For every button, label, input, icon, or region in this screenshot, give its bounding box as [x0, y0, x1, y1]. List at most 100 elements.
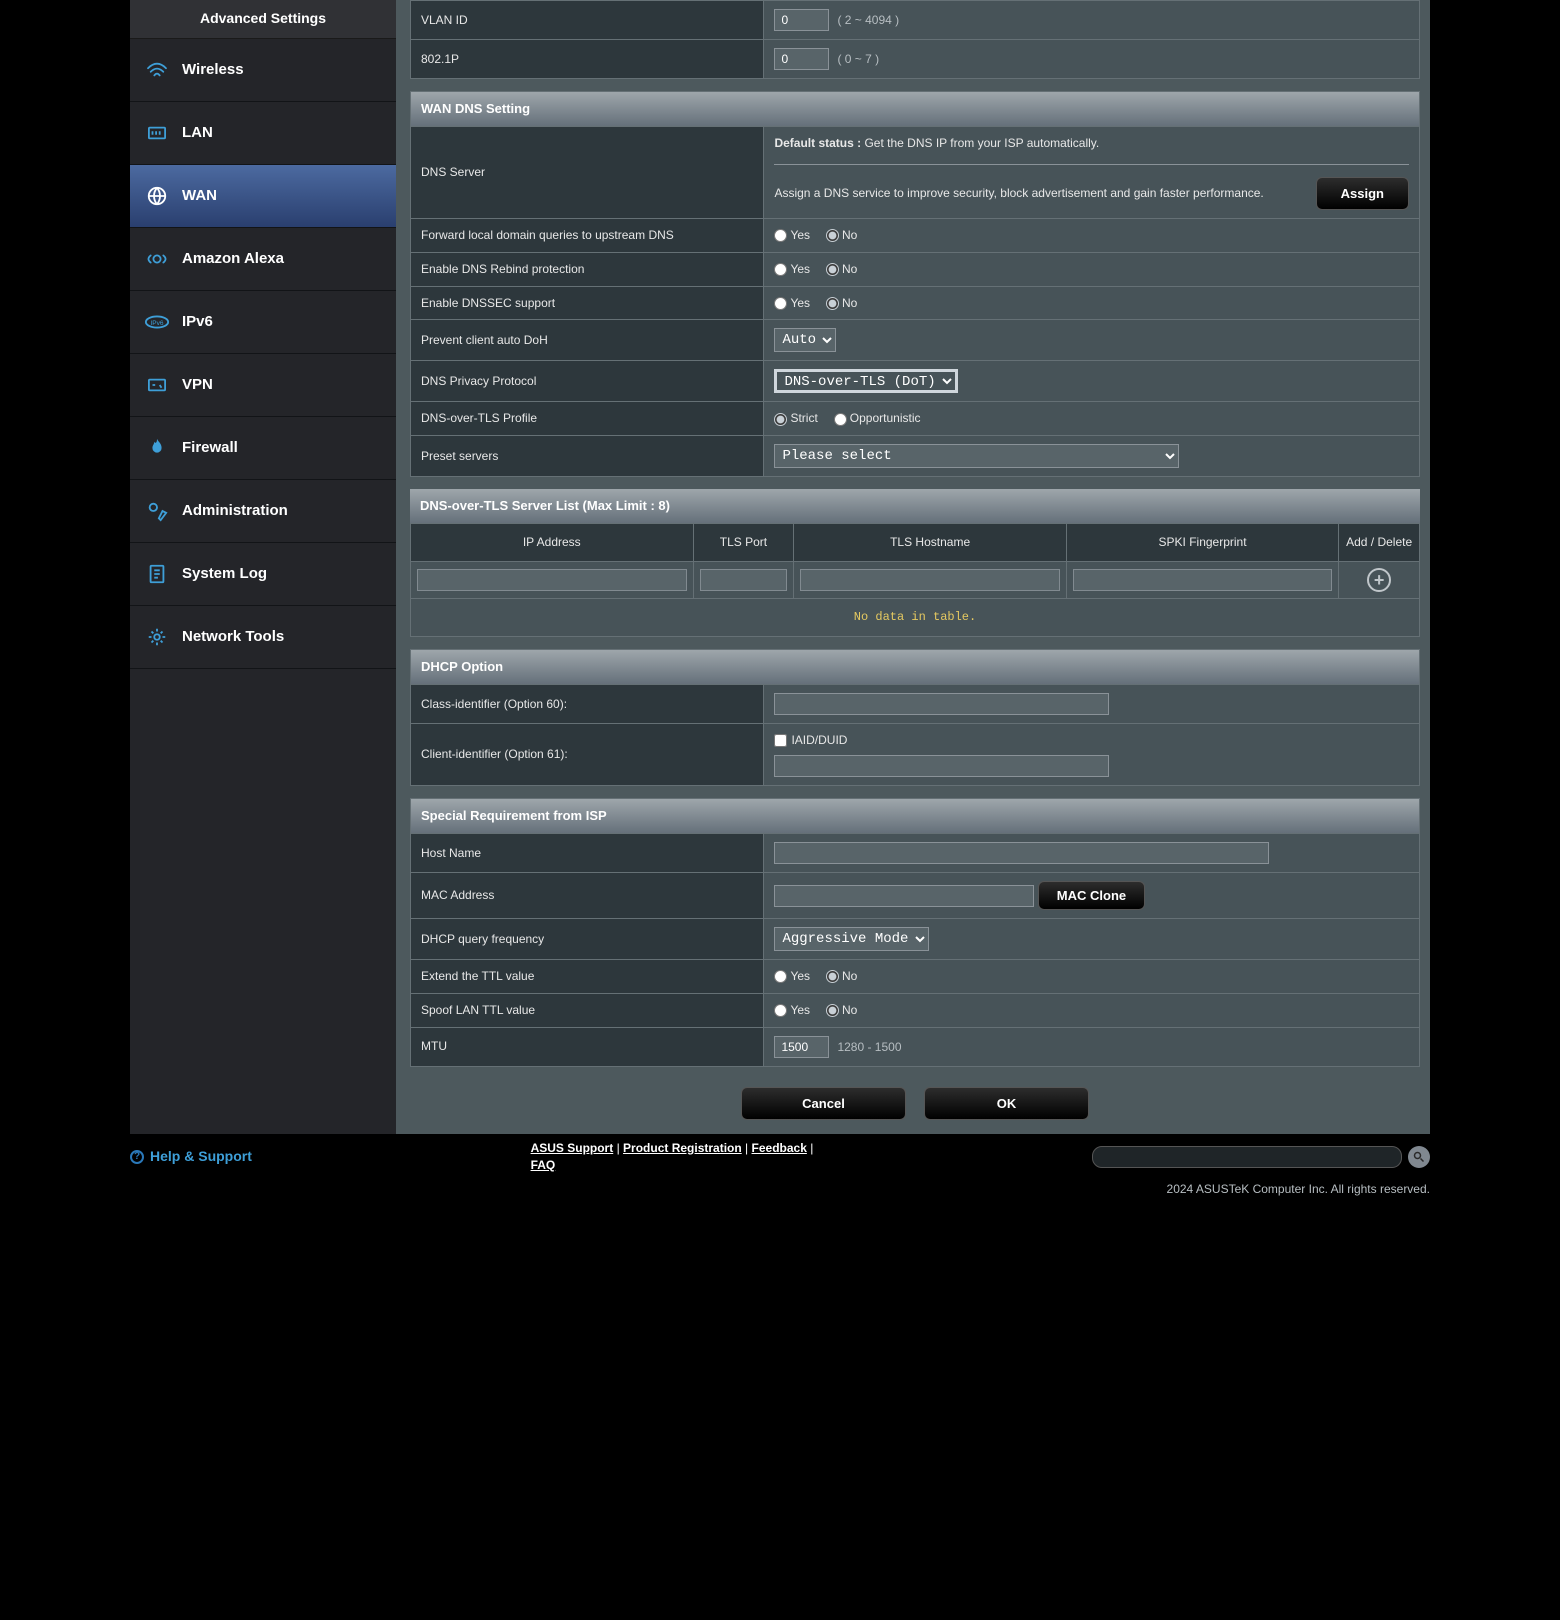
assign-text: Assign a DNS service to improve security… [774, 185, 1295, 202]
freq-select[interactable]: Aggressive Mode [774, 927, 929, 951]
sidebar-item-vpn[interactable]: VPN [130, 354, 396, 417]
dot-table: IP AddressTLS PortTLS HostnameSPKI Finge… [410, 523, 1420, 599]
wireless-icon [142, 58, 172, 82]
iaid-checkbox[interactable] [774, 734, 787, 747]
host-label: Host Name [411, 834, 763, 872]
mtu-hint: 1280 - 1500 [837, 1040, 901, 1054]
col-host: TLS Hostname [794, 524, 1066, 562]
link-faq[interactable]: FAQ [531, 1158, 556, 1172]
divider [774, 164, 1409, 165]
freq-label: DHCP query frequency [411, 919, 763, 959]
doh-select[interactable]: Auto [774, 328, 836, 352]
8021p-input[interactable] [774, 48, 829, 70]
vlan-id-input[interactable] [774, 9, 829, 31]
host-input[interactable] [774, 842, 1269, 864]
forward-domain-label: Forward local domain queries to upstream… [411, 219, 763, 252]
preset-servers-select[interactable]: Please select [774, 444, 1179, 468]
rebind-no-radio[interactable] [826, 263, 839, 276]
sidebar-item-label: LAN [182, 122, 213, 143]
8021p-hint: ( 0 ~ 7 ) [837, 52, 879, 66]
search-input[interactable] [1092, 1146, 1402, 1168]
alexa-icon [142, 247, 172, 271]
dot-host-input[interactable] [800, 569, 1059, 591]
iaid-label: IAID/DUID [791, 733, 847, 747]
search-button[interactable] [1408, 1146, 1430, 1168]
sidebar-item-nettools[interactable]: Network Tools [130, 606, 396, 669]
spoof-yes-radio[interactable] [774, 1004, 787, 1017]
wan-dns-table: WAN DNS Setting DNS Server Default statu… [410, 91, 1420, 477]
col-action: Add / Delete [1339, 524, 1420, 562]
assign-button[interactable]: Assign [1316, 177, 1409, 210]
ipv6-icon: IPv6 [142, 310, 172, 334]
mac-input[interactable] [774, 885, 1034, 907]
spoof-no-radio[interactable] [826, 1004, 839, 1017]
sidebar-item-lan[interactable]: LAN [130, 102, 396, 165]
dnssec-label: Enable DNSSEC support [411, 287, 763, 320]
sidebar-item-label: Firewall [182, 437, 238, 458]
dns-server-label: DNS Server [411, 127, 763, 218]
add-icon[interactable]: + [1367, 568, 1391, 592]
isp-table: Special Requirement from ISP Host Name M… [410, 798, 1420, 1067]
mtu-label: MTU [411, 1028, 763, 1066]
col-port: TLS Port [693, 524, 794, 562]
ttl-label: Extend the TTL value [411, 960, 763, 993]
ttl-no-radio[interactable] [826, 970, 839, 983]
sidebar-item-wan[interactable]: WAN [130, 165, 396, 228]
vlan-id-label: VLAN ID [411, 1, 763, 39]
help-label: Help & Support [150, 1147, 252, 1167]
rebind-yes-radio[interactable] [774, 263, 787, 276]
sidebar-item-admin[interactable]: Administration [130, 480, 396, 543]
sidebar-item-label: Wireless [182, 59, 244, 80]
mtu-input[interactable] [774, 1036, 829, 1058]
link-registration[interactable]: Product Registration [623, 1141, 742, 1155]
sidebar-item-syslog[interactable]: System Log [130, 543, 396, 606]
mac-clone-button[interactable]: MAC Clone [1038, 881, 1145, 910]
rebind-label: Enable DNS Rebind protection [411, 253, 763, 286]
client-id-input[interactable] [774, 755, 1109, 777]
dnssec-yes-radio[interactable] [774, 297, 787, 310]
vlan-id-hint: ( 2 ~ 4094 ) [837, 13, 899, 27]
col-spki: SPKI Fingerprint [1066, 524, 1338, 562]
dot-ip-input[interactable] [417, 569, 687, 591]
sidebar-item-label: Administration [182, 500, 288, 521]
8021p-label: 802.1P [411, 40, 763, 78]
preset-label: Preset servers [411, 436, 763, 476]
forward-yes-radio[interactable] [774, 229, 787, 242]
tools-icon [142, 625, 172, 649]
dhcp-header: DHCP Option [411, 650, 1419, 684]
forward-no-radio[interactable] [826, 229, 839, 242]
vlan-table: VLAN ID ( 2 ~ 4094 ) 802.1P ( 0 ~ 7 ) [410, 0, 1420, 79]
privacy-protocol-select[interactable]: DNS-over-TLS (DoT) [774, 369, 958, 393]
firewall-icon [142, 436, 172, 460]
globe-icon [142, 184, 172, 208]
sidebar-item-ipv6[interactable]: IPv6 IPv6 [130, 291, 396, 354]
sidebar: Advanced Settings Wireless LAN WAN Amazo… [130, 0, 396, 1134]
strict-radio[interactable] [774, 413, 787, 426]
sidebar-item-label: WAN [182, 185, 217, 206]
footer: ?Help & Support ASUS Support | Product R… [130, 1134, 1430, 1178]
dot-port-input[interactable] [700, 569, 788, 591]
copyright: 2024 ASUSTeK Computer Inc. All rights re… [130, 1177, 1430, 1206]
sidebar-item-wireless[interactable]: Wireless [130, 39, 396, 102]
dot-spki-input[interactable] [1073, 569, 1332, 591]
svg-text:IPv6: IPv6 [150, 319, 163, 326]
dnssec-no-radio[interactable] [826, 297, 839, 310]
class-id-input[interactable] [774, 693, 1109, 715]
dot-header: DNS-over-TLS Server List (Max Limit : 8) [410, 489, 1420, 523]
sidebar-item-label: IPv6 [182, 311, 213, 332]
sidebar-item-label: System Log [182, 563, 267, 584]
ok-button[interactable]: OK [924, 1087, 1089, 1120]
help-support[interactable]: ?Help & Support [130, 1147, 252, 1167]
dhcp-table: DHCP Option Class-identifier (Option 60)… [410, 649, 1420, 786]
opportunistic-radio[interactable] [834, 413, 847, 426]
cancel-button[interactable]: Cancel [741, 1087, 906, 1120]
mac-label: MAC Address [411, 873, 763, 918]
sidebar-item-firewall[interactable]: Firewall [130, 417, 396, 480]
link-feedback[interactable]: Feedback [752, 1141, 807, 1155]
sidebar-item-alexa[interactable]: Amazon Alexa [130, 228, 396, 291]
vpn-icon [142, 373, 172, 397]
sidebar-item-label: Network Tools [182, 626, 284, 647]
ttl-yes-radio[interactable] [774, 970, 787, 983]
link-support[interactable]: ASUS Support [531, 1141, 614, 1155]
sidebar-item-label: VPN [182, 374, 213, 395]
